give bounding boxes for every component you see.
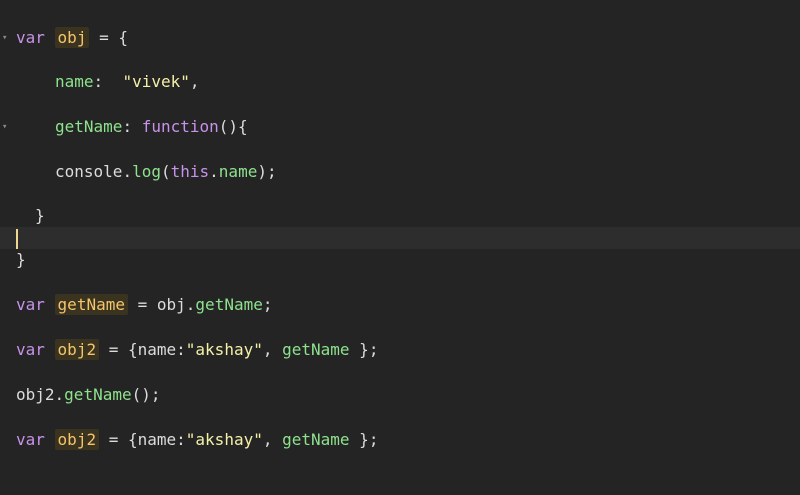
code-text: var getName = obj.getName; [16,294,273,316]
object-key: name [137,430,177,449]
property: name [218,162,258,181]
code-punct: . [54,385,65,404]
code-punct: }; [349,430,379,449]
object-key: name [137,340,177,359]
keyword: var [16,430,45,449]
property: getName [55,117,123,136]
code-punct: : [122,117,142,136]
code-punct: ; [262,295,273,314]
variable-highlight: obj [54,27,90,48]
code-text: getName: function(){ [55,116,248,138]
code-text: var obj2 = {name:"akshay", getName }; [16,339,378,361]
code-punct: ); [257,162,277,181]
code-punct: = { [89,28,128,47]
code-text: } [35,206,45,225]
code-line[interactable]: var obj2 = {name:"akshay", getName }; [0,429,800,451]
code-editor[interactable]: ▾ var obj = { name: "vivek", ▾ getName: … [0,0,800,495]
property: getName [282,340,350,359]
string-literal: "akshay" [185,430,263,449]
method: log [132,162,161,181]
code-line[interactable]: ▾ getName: function(){ [0,116,800,138]
property: getName [282,430,350,449]
code-line[interactable]: } [0,249,800,271]
fold-arrow-icon[interactable]: ▾ [2,27,12,49]
string-literal: "vivek" [122,72,190,91]
code-punct: : [176,340,186,359]
code-text: var obj = { [16,27,128,49]
code-line[interactable]: obj2.getName(); [0,384,800,406]
text-cursor [16,229,18,249]
keyword: this [170,162,210,181]
string-literal: "akshay" [185,340,263,359]
code-punct: . [209,162,219,181]
code-punct: = { [99,340,138,359]
code-punct: . [122,162,133,181]
code-punct: (); [131,385,161,404]
variable-highlight: getName [54,294,128,315]
code-text: } [16,250,26,269]
code-text: name: "vivek", [55,71,200,93]
code-line[interactable]: var obj2 = {name:"akshay", getName }; [0,339,800,361]
code-punct: (){ [218,117,248,136]
identifier: console [55,162,123,181]
code-line[interactable]: console.log(this.name); [0,161,800,183]
method: getName [64,385,132,404]
keyword: var [16,28,45,47]
keyword: var [16,340,45,359]
variable-highlight: obj2 [54,429,100,450]
code-punct: , [262,340,283,359]
code-line[interactable]: name: "vivek", [0,71,800,93]
code-punct: : [93,72,123,91]
property: getName [195,295,263,314]
code-text: var obj2 = {name:"akshay", getName }; [16,429,378,451]
code-punct: ( [160,162,171,181]
variable-highlight: obj2 [54,339,100,360]
code-punct: = obj. [127,295,196,314]
code-punct: , [262,430,283,449]
identifier: obj2 [16,385,55,404]
property: name [55,72,94,91]
keyword: function [141,117,219,136]
code-text: obj2.getName(); [16,384,161,406]
code-line[interactable]: ▾ var obj = { [0,27,800,49]
code-line[interactable]: var getName = obj.getName; [0,294,800,316]
code-punct: : [176,430,186,449]
keyword: var [16,295,45,314]
code-punct: }; [349,340,379,359]
fold-arrow-icon[interactable]: ▾ [2,116,12,138]
current-line[interactable] [0,227,800,249]
code-punct: , [189,72,200,91]
code-punct: = { [99,430,138,449]
code-line[interactable]: } [0,205,800,227]
code-text: console.log(this.name); [55,161,277,183]
